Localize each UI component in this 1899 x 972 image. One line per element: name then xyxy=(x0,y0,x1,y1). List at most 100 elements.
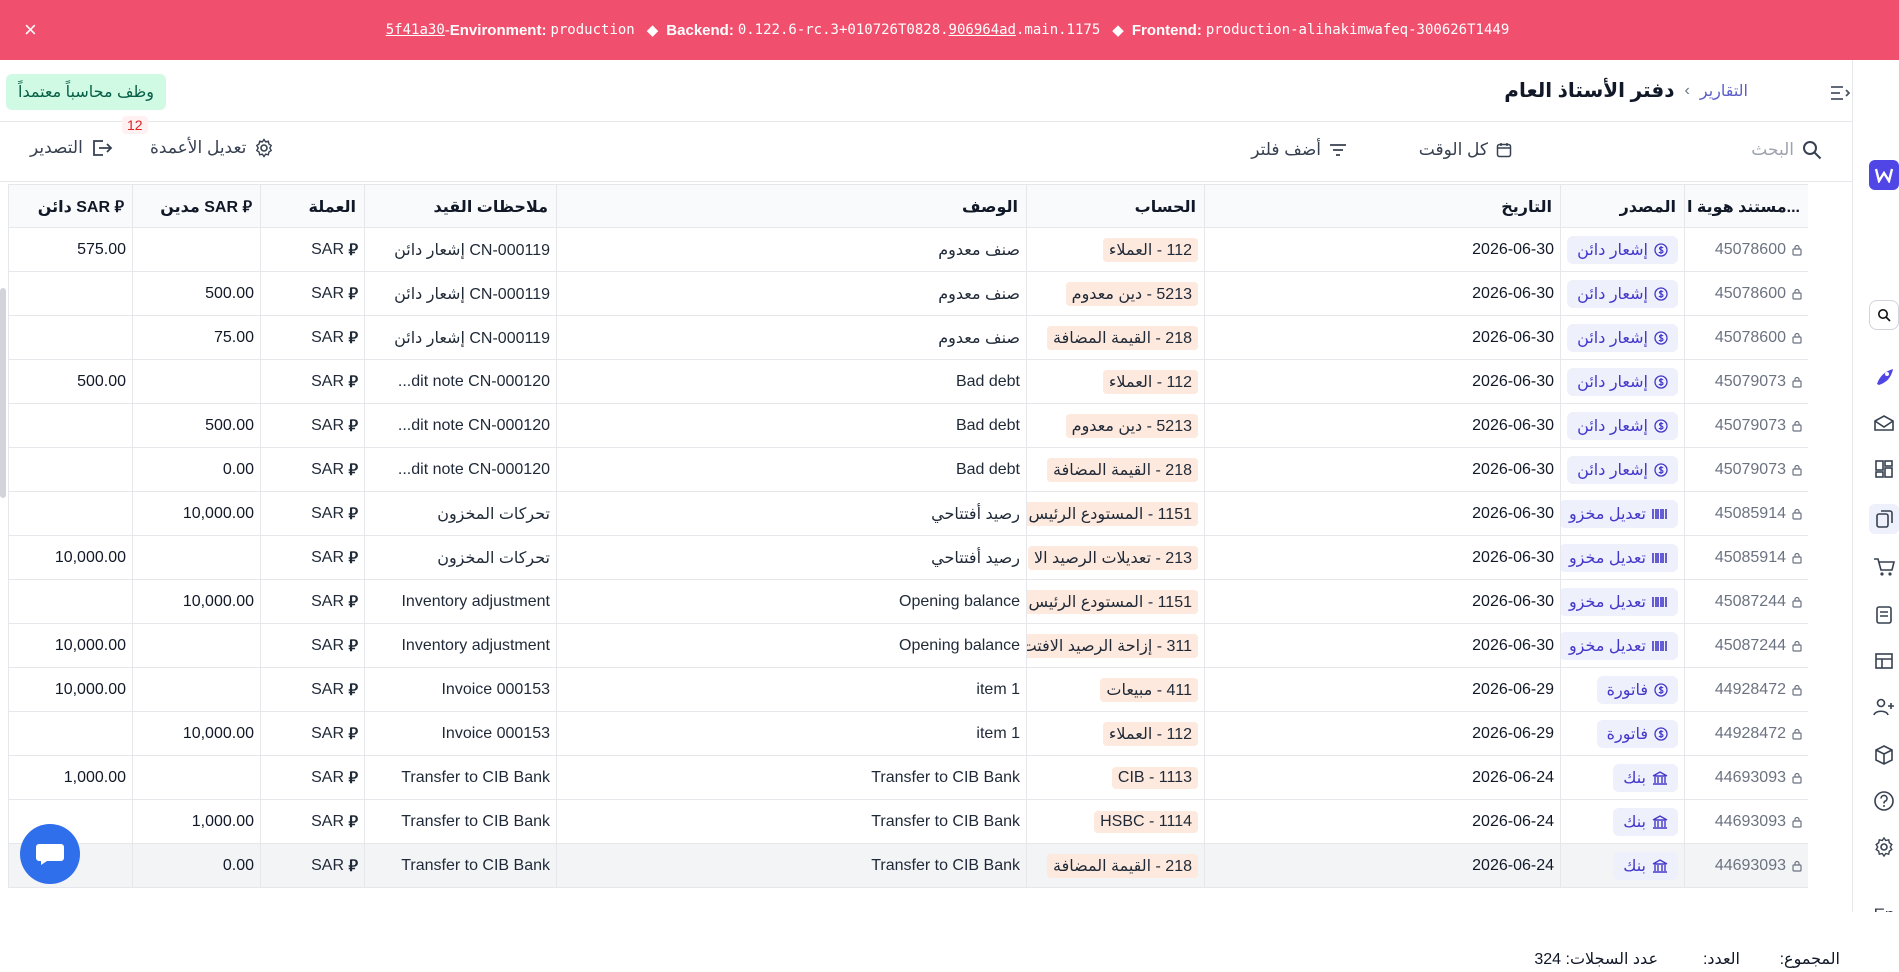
source-tag[interactable]: إشعار دائن xyxy=(1567,412,1678,440)
account-tag[interactable]: 5213 - دين معدوم xyxy=(1065,414,1198,438)
source-tag[interactable]: تعديل مخزو xyxy=(1561,544,1678,572)
cart-icon[interactable] xyxy=(1869,552,1899,582)
document-id[interactable]: 45079073 xyxy=(1715,417,1786,435)
search-input[interactable]: البحث xyxy=(1751,140,1794,160)
credit-cell: 1,000.00 xyxy=(8,756,132,800)
column-header[interactable]: مستند هوية ا... xyxy=(1684,185,1808,229)
table-row[interactable]: 44928472 فاتورة 2026-06-29 112 - العملاء ite… xyxy=(8,712,1808,756)
table-row[interactable]: 45085914 تعديل مخزو 2026-06-30 1151 - المست… xyxy=(8,492,1808,536)
backend-hash[interactable]: 906964ad xyxy=(949,22,1016,38)
account-tag[interactable]: 1151 - المستودع الرئيس xyxy=(1027,590,1198,614)
account-tag[interactable]: 1151 - المستودع الرئيس xyxy=(1027,502,1198,526)
source-tag[interactable]: إشعار دائن xyxy=(1567,236,1678,264)
account-tag[interactable]: 218 - القيمة المضافة xyxy=(1047,326,1198,350)
document-id[interactable]: 44693093 xyxy=(1715,769,1786,787)
sidebar-search-icon[interactable] xyxy=(1869,300,1899,330)
document-id[interactable]: 45087244 xyxy=(1715,637,1786,655)
column-header[interactable]: مدين SAR ⃁ xyxy=(132,185,260,229)
column-header[interactable]: المصدر xyxy=(1560,185,1684,229)
source-tag[interactable]: تعديل مخزو xyxy=(1561,632,1678,660)
document-id[interactable]: 45079073 xyxy=(1715,461,1786,479)
document-id[interactable]: 45085914 xyxy=(1715,505,1786,523)
language-toggle[interactable]: En xyxy=(1869,900,1899,912)
account-tag[interactable]: 112 - العملاء xyxy=(1102,238,1198,262)
table-row[interactable]: 45078600 إشعار دائن 2026-06-30 218 - القيمة… xyxy=(8,316,1808,360)
account-tag[interactable]: 411 - مبيعات xyxy=(1100,678,1198,702)
users-icon[interactable] xyxy=(1869,692,1899,722)
column-header[interactable]: العملة xyxy=(260,185,364,229)
account-tag[interactable]: 112 - العملاء xyxy=(1102,722,1198,746)
app-logo-icon[interactable] xyxy=(1869,160,1899,190)
help-icon[interactable] xyxy=(1869,786,1899,816)
rocket-icon[interactable] xyxy=(1869,362,1899,392)
table-row[interactable]: 44693093 بنك 2026-06-24 218 - القيمة المضاف… xyxy=(8,844,1808,888)
hire-accountant-chip[interactable]: وظف محاسباً معتمداً xyxy=(6,74,167,110)
document-id[interactable]: 45085914 xyxy=(1715,549,1786,567)
account-tag[interactable]: HSBC - 1114 xyxy=(1094,811,1198,833)
collapse-menu-icon[interactable] xyxy=(1830,86,1850,100)
table-row[interactable]: 44693093 بنك 2026-06-24 CIB - 1113 Transfer … xyxy=(8,756,1808,800)
time-filter-button[interactable]: كل الوقت xyxy=(1419,140,1512,160)
document-id[interactable]: 45078600 xyxy=(1715,241,1786,259)
table-row[interactable]: 44928472 فاتورة 2026-06-29 411 - مبيعات item… xyxy=(8,668,1808,712)
env-hash[interactable]: 5f41a30 xyxy=(386,22,445,38)
documents-icon[interactable] xyxy=(1869,504,1899,534)
document-id[interactable]: 45079073 xyxy=(1715,373,1786,391)
document-id[interactable]: 44693093 xyxy=(1715,813,1786,831)
mail-icon[interactable] xyxy=(1869,408,1899,438)
source-tag[interactable]: إشعار دائن xyxy=(1567,456,1678,484)
source-tag[interactable]: بنك xyxy=(1613,852,1678,880)
source-tag[interactable]: إشعار دائن xyxy=(1567,280,1678,308)
add-filter-button[interactable]: أضف فلتر xyxy=(1251,140,1347,160)
dashboard-icon[interactable] xyxy=(1869,454,1899,484)
breadcrumb-reports-link[interactable]: التقارير xyxy=(1700,81,1748,101)
search-box[interactable]: البحث xyxy=(1751,140,1822,160)
account-tag[interactable]: CIB - 1113 xyxy=(1111,767,1198,789)
table-row[interactable]: 45087244 تعديل مخزو 2026-06-30 1151 - المست… xyxy=(8,580,1808,624)
source-tag[interactable]: تعديل مخزو xyxy=(1561,500,1678,528)
column-header[interactable]: ملاحظات القيد xyxy=(364,185,556,229)
account-tag[interactable]: 311 - إزاحة الرصيد الافتت xyxy=(1027,634,1198,658)
table-row[interactable]: 45079073 إشعار دائن 2026-06-30 218 - القيمة… xyxy=(8,448,1808,492)
table-row[interactable]: 45079073 إشعار دائن 2026-06-30 112 - العملا… xyxy=(8,360,1808,404)
table-report-icon[interactable] xyxy=(1869,646,1899,676)
table-row[interactable]: 45085914 تعديل مخزو 2026-06-30 213 - تعديلا… xyxy=(8,536,1808,580)
source-tag[interactable]: بنك xyxy=(1613,808,1678,836)
account-tag[interactable]: 112 - العملاء xyxy=(1102,370,1198,394)
table-row[interactable]: 45078600 إشعار دائن 2026-06-30 5213 - دين م… xyxy=(8,272,1808,316)
document-id[interactable]: 45078600 xyxy=(1715,285,1786,303)
source-tag[interactable]: تعديل مخزو xyxy=(1561,588,1678,616)
edit-columns-button[interactable]: تعديل الأعمدة xyxy=(150,138,274,158)
receipt-icon[interactable] xyxy=(1869,600,1899,630)
table-row[interactable]: 45087244 تعديل مخزو 2026-06-30 311 - إزاحة … xyxy=(8,624,1808,668)
column-header[interactable]: دائن SAR ⃁ xyxy=(8,185,132,229)
document-id[interactable]: 45078600 xyxy=(1715,329,1786,347)
chat-support-button[interactable] xyxy=(20,824,80,884)
column-header[interactable]: الوصف xyxy=(556,185,1026,229)
document-id[interactable]: 44928472 xyxy=(1715,725,1786,743)
account-tag[interactable]: 218 - القيمة المضافة xyxy=(1047,458,1198,482)
account-tag[interactable]: 218 - القيمة المضافة xyxy=(1047,854,1198,878)
column-header[interactable]: التاريخ xyxy=(1204,185,1560,229)
source-tag[interactable]: بنك xyxy=(1613,764,1678,792)
account-tag[interactable]: 213 - تعديلات الرصيد الا xyxy=(1028,546,1198,570)
document-id[interactable]: 45087244 xyxy=(1715,593,1786,611)
notes-cell: إشعار دائن CN-000119 xyxy=(364,316,556,360)
document-id[interactable]: 44693093 xyxy=(1715,857,1786,875)
source-tag[interactable]: إشعار دائن xyxy=(1567,368,1678,396)
table-row[interactable]: 45078600 إشعار دائن 2026-06-30 112 - العملا… xyxy=(8,228,1808,272)
close-icon[interactable]: × xyxy=(24,18,37,42)
table-row[interactable]: 44693093 بنك 2026-06-24 HSBC - 1114 Transfer… xyxy=(8,800,1808,844)
source-tag[interactable]: إشعار دائن xyxy=(1567,324,1678,352)
export-button[interactable]: التصدير xyxy=(30,138,113,158)
settings-icon[interactable] xyxy=(1869,832,1899,862)
source-tag[interactable]: فاتورة xyxy=(1596,676,1678,704)
account-tag[interactable]: 5213 - دين معدوم xyxy=(1065,282,1198,306)
source-label: تعديل مخزو xyxy=(1568,506,1646,523)
box-icon[interactable] xyxy=(1869,740,1899,770)
table-row[interactable]: 45079073 إشعار دائن 2026-06-30 5213 - دين م… xyxy=(8,404,1808,448)
left-scrollbar[interactable] xyxy=(0,288,6,498)
source-tag[interactable]: فاتورة xyxy=(1596,720,1678,748)
column-header[interactable]: الحساب xyxy=(1026,185,1204,229)
document-id[interactable]: 44928472 xyxy=(1715,681,1786,699)
